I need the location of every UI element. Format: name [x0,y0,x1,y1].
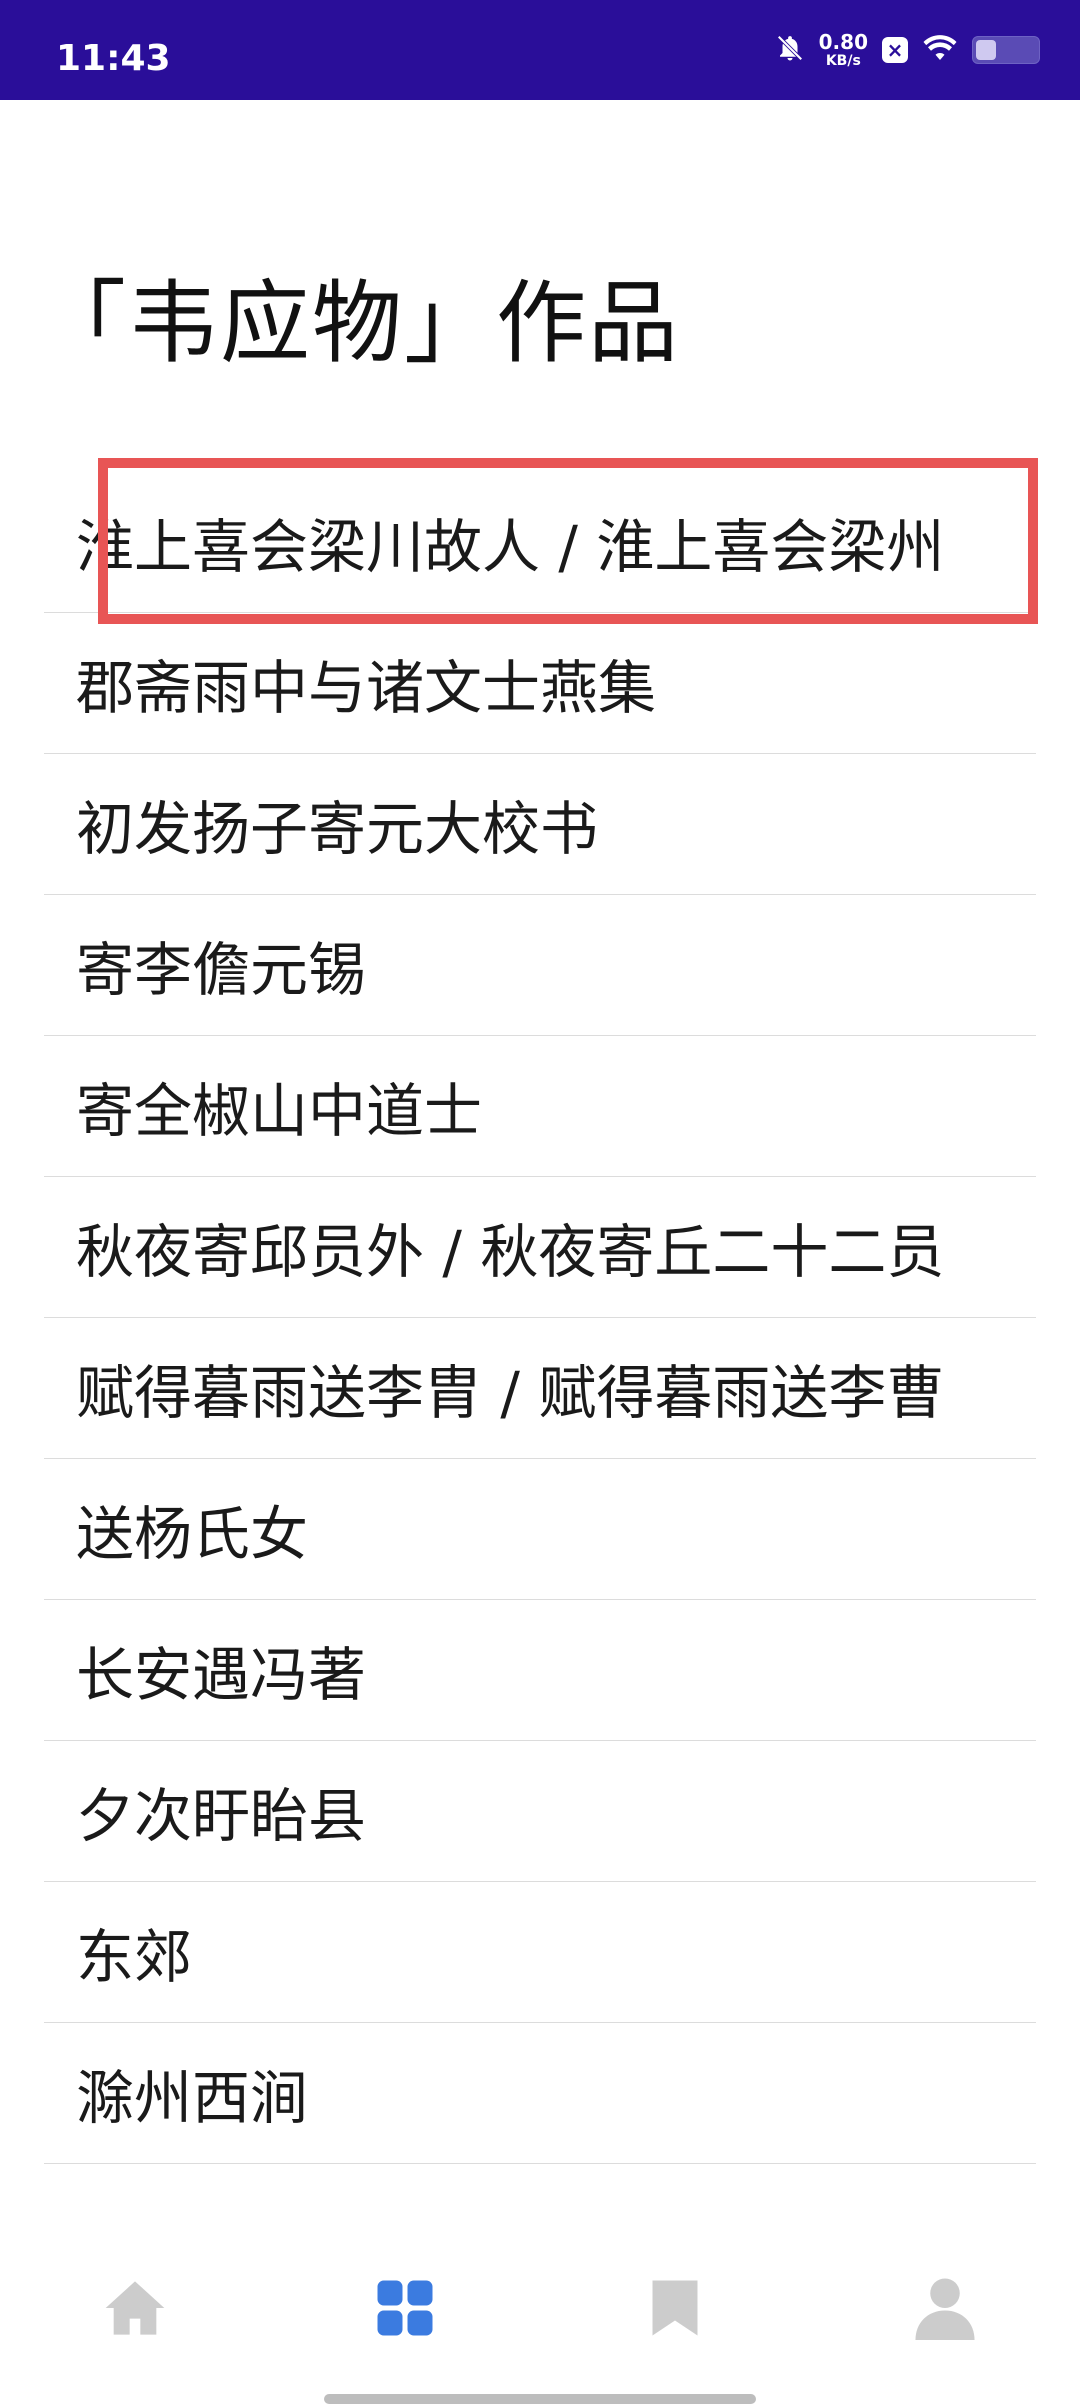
grid-icon [375,2278,435,2342]
nav-profile-button[interactable] [885,2260,1005,2360]
list-item[interactable]: 寄全椒山中道士 [44,1036,1036,1177]
page-title: 「韦应物」作品 [36,271,680,376]
speed-value: 0.80 [818,30,868,54]
bookmark-icon [650,2278,700,2342]
works-list: 淮上喜会梁川故人 / 淮上喜会梁州 郡斋雨中与诸文士燕集 初发扬子寄元大校书 寄… [44,472,1036,2164]
nav-bookmark-button[interactable] [615,2260,735,2360]
status-time: 11:43 [56,38,171,79]
bottom-nav [0,2240,1080,2380]
mute-bell-icon [775,33,805,67]
home-indicator[interactable] [324,2394,756,2404]
list-item[interactable]: 郡斋雨中与诸文士燕集 [44,613,1036,754]
status-icons: 0.80 KB/s × [775,28,1040,72]
list-item[interactable]: 滁州西涧 [44,2023,1036,2164]
profile-icon [915,2276,975,2344]
list-item[interactable]: 夕次盱眙县 [44,1741,1036,1882]
nav-home-button[interactable] [75,2260,195,2360]
network-speed: 0.80 KB/s [819,32,868,68]
list-item[interactable]: 寄李儋元锡 [44,895,1036,1036]
battery-icon [972,36,1040,64]
home-icon [103,2278,167,2342]
list-item[interactable]: 东郊 [44,1882,1036,2023]
list-item[interactable]: 秋夜寄邱员外 / 秋夜寄丘二十二员 [44,1177,1036,1318]
status-bar: 11:43 0.80 KB/s × [0,0,1080,100]
list-item[interactable]: 赋得暮雨送李胄 / 赋得暮雨送李曹 [44,1318,1036,1459]
wifi-icon [922,33,958,67]
list-item[interactable]: 初发扬子寄元大校书 [44,754,1036,895]
nav-grid-button[interactable] [345,2260,465,2360]
speed-unit: KB/s [825,53,861,69]
list-item[interactable]: 长安遇冯著 [44,1600,1036,1741]
list-item[interactable]: 送杨氏女 [44,1459,1036,1600]
list-item[interactable]: 淮上喜会梁川故人 / 淮上喜会梁州 [44,472,1036,613]
close-box-icon: × [882,37,908,63]
